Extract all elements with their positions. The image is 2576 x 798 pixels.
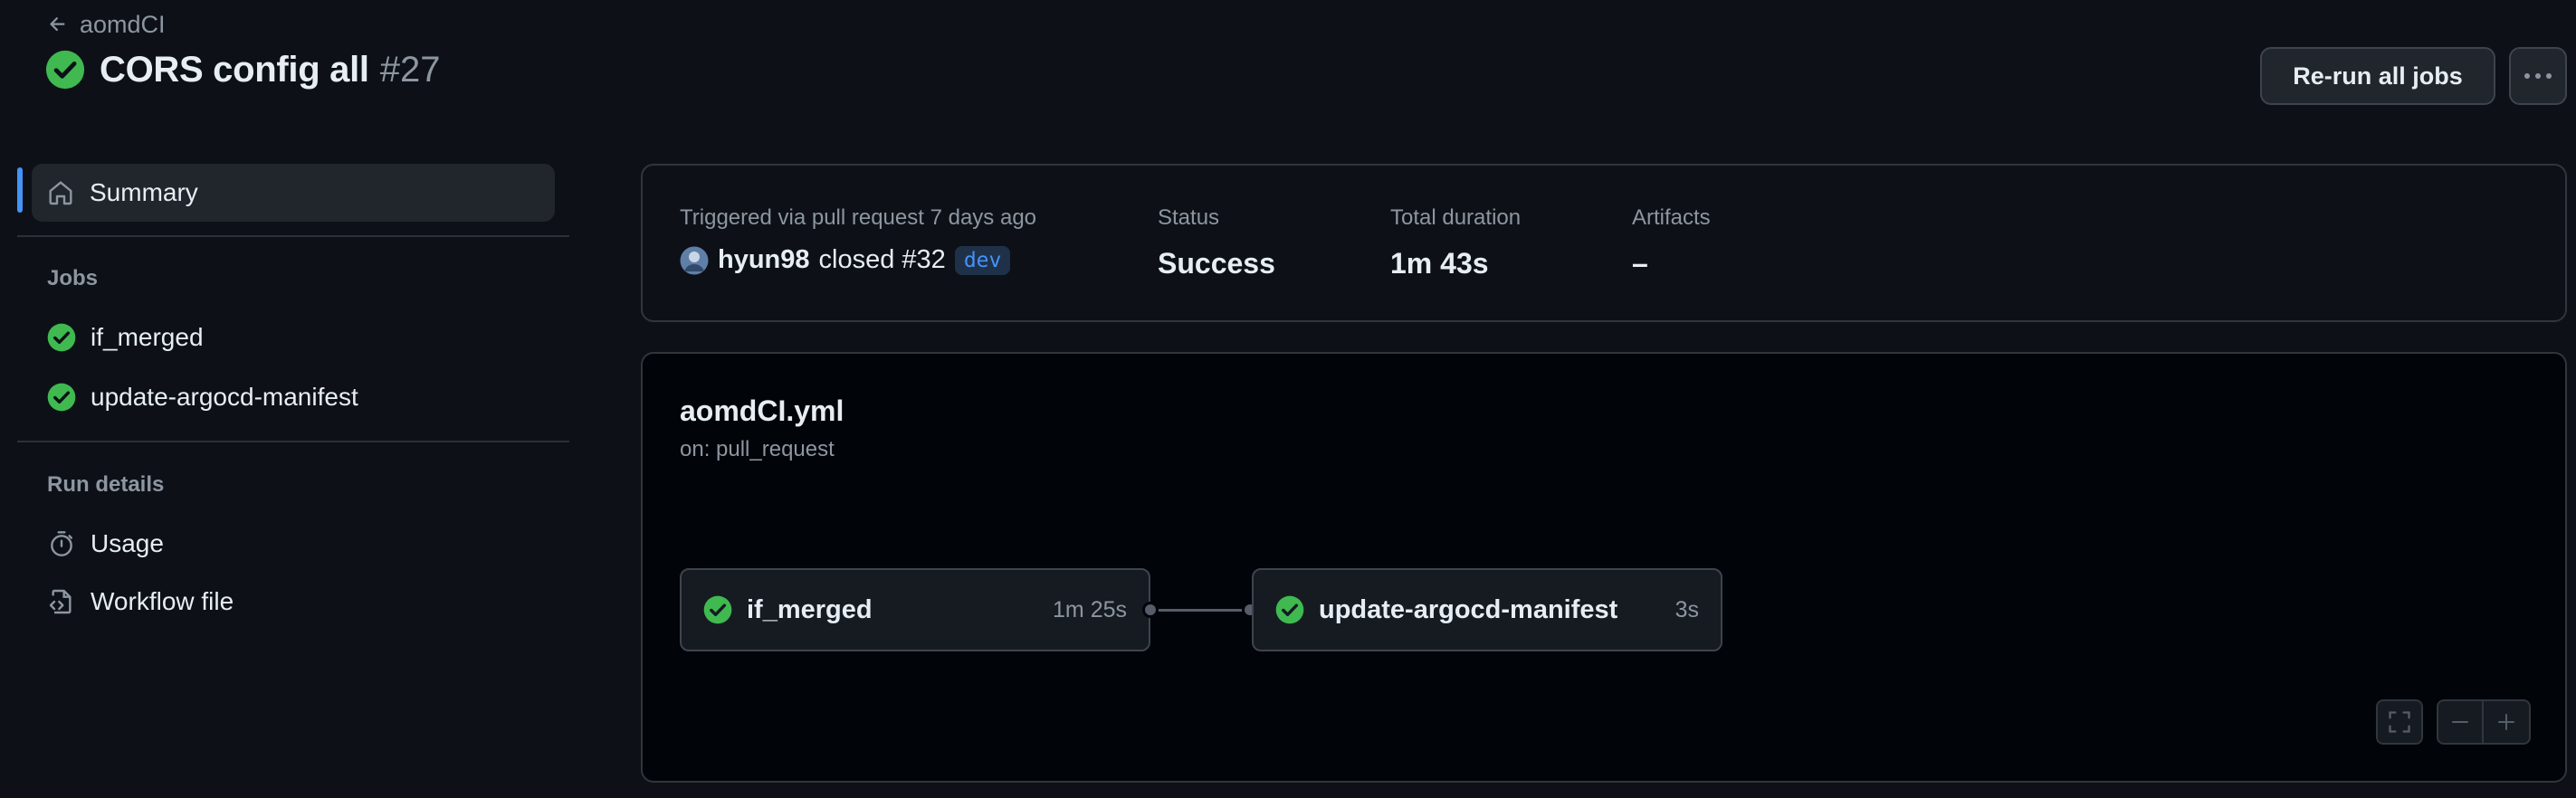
- trigger-action[interactable]: closed #32: [819, 245, 946, 275]
- status-label: Status: [1158, 205, 1220, 230]
- page-title: CORS config all: [100, 49, 369, 90]
- duration-value: 1m 43s: [1390, 247, 1489, 280]
- fullscreen-button[interactable]: [2376, 699, 2423, 745]
- sidebar-item-label: update-argocd-manifest: [91, 383, 358, 411]
- actor-name[interactable]: hyun98: [718, 245, 810, 275]
- job-node-if-merged[interactable]: if_merged 1m 25s: [680, 568, 1150, 651]
- sidebar-divider: [17, 441, 569, 442]
- sidebar-item-label: Workflow file: [91, 587, 234, 615]
- zoom-out-button[interactable]: [2438, 701, 2484, 743]
- trigger-label: Triggered via pull request 7 days ago: [680, 205, 1037, 230]
- arrow-left-icon: [47, 14, 69, 35]
- artifacts-label: Artifacts: [1632, 205, 1711, 230]
- sidebar-active-indicator: [17, 167, 23, 213]
- run-summary-card: Triggered via pull request 7 days ago hy…: [641, 164, 2567, 322]
- sidebar-item-job[interactable]: if_merged: [47, 316, 204, 359]
- sidebar-item-job[interactable]: update-argocd-manifest: [47, 375, 358, 419]
- job-output-port: [1142, 602, 1159, 618]
- zoom-in-button[interactable]: [2484, 701, 2529, 743]
- check-circle-fill-icon: [703, 595, 732, 624]
- job-connector: [1158, 609, 1248, 612]
- avatar[interactable]: [680, 246, 709, 275]
- stopwatch-icon: [47, 529, 76, 558]
- back-link[interactable]: aomdCI: [47, 9, 166, 40]
- plus-icon: [2495, 711, 2517, 733]
- run-title-row: CORS config all #27: [45, 43, 441, 96]
- job-node-duration: 1m 25s: [1053, 596, 1127, 622]
- back-link-label: aomdCI: [80, 10, 166, 38]
- sidebar-item-usage[interactable]: Usage: [47, 522, 164, 565]
- kebab-horizontal-icon: [2524, 72, 2552, 80]
- job-node-duration: 3s: [1674, 596, 1699, 622]
- status-value: Success: [1158, 247, 1275, 280]
- sidebar-item-summary[interactable]: Summary: [32, 164, 555, 222]
- branch-chip[interactable]: dev: [954, 245, 1011, 275]
- check-circle-fill-icon: [47, 323, 76, 352]
- rerun-all-jobs-button[interactable]: Re-run all jobs: [2260, 47, 2495, 105]
- sidebar-item-label: Summary: [90, 178, 198, 206]
- sidebar-divider: [17, 235, 569, 237]
- job-node-name: if_merged: [747, 594, 873, 624]
- run-details-heading: Run details: [47, 472, 165, 497]
- workflow-graph-card: aomdCI.yml on: pull_request if_merged 1m…: [641, 352, 2567, 783]
- check-circle-fill-icon: [45, 50, 85, 90]
- sidebar-item-label: Usage: [91, 529, 164, 557]
- workflow-file-name: aomdCI.yml: [680, 394, 844, 427]
- duration-label: Total duration: [1390, 205, 1522, 230]
- sidebar-item-workflow-file[interactable]: Workflow file: [47, 580, 234, 623]
- run-number: #27: [379, 49, 441, 90]
- screen-full-icon: [2387, 709, 2412, 735]
- jobs-heading: Jobs: [47, 266, 99, 290]
- check-circle-fill-icon: [1275, 595, 1304, 624]
- sidebar-item-label: if_merged: [91, 323, 204, 351]
- workflow-trigger: on: pull_request: [680, 437, 835, 461]
- trigger-detail: hyun98 closed #32 dev: [680, 245, 1011, 275]
- zoom-controls: [2437, 699, 2531, 745]
- home-icon: [46, 178, 75, 207]
- artifacts-value: –: [1632, 247, 1648, 280]
- check-circle-fill-icon: [47, 383, 76, 412]
- job-node-name: update-argocd-manifest: [1319, 594, 1618, 624]
- file-code-icon: [47, 587, 76, 616]
- job-node-update-argocd-manifest[interactable]: update-argocd-manifest 3s: [1252, 568, 1722, 651]
- minus-icon: [2449, 711, 2471, 733]
- more-options-button[interactable]: [2509, 47, 2567, 105]
